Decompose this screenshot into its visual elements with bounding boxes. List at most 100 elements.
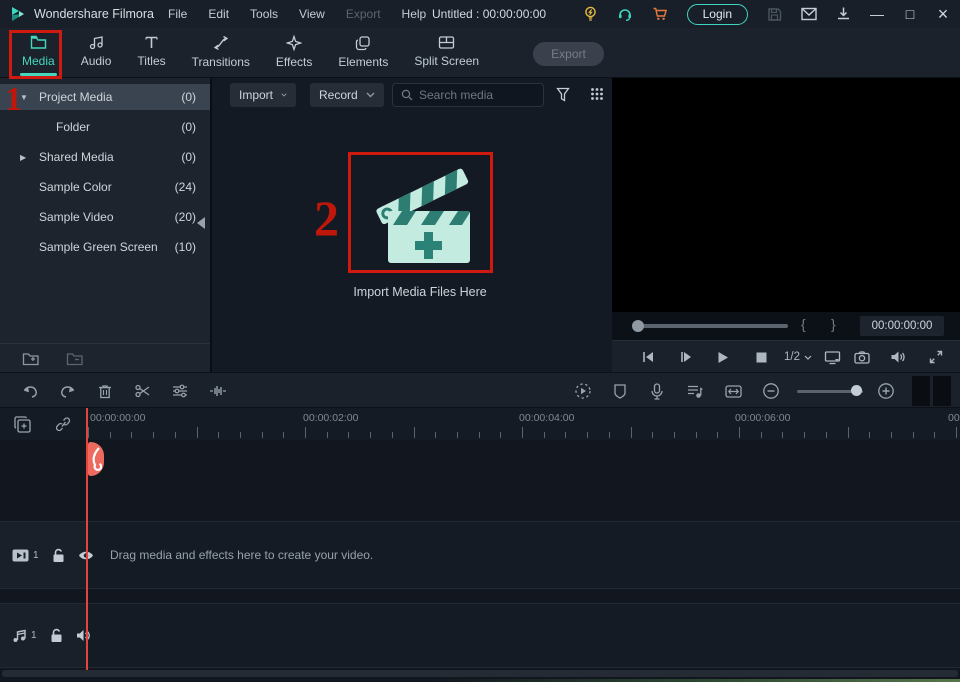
volume-speaker-icon[interactable]	[888, 341, 908, 373]
audio-track[interactable]: 1	[0, 603, 960, 668]
maximize-button[interactable]: □	[903, 6, 917, 22]
titles-text-icon	[144, 35, 159, 50]
menu-file[interactable]: File	[168, 7, 187, 21]
sidebar-item-sample-video[interactable]: Sample Video (20)	[0, 204, 210, 230]
export-button[interactable]: Export	[533, 42, 604, 66]
fullscreen-icon[interactable]	[926, 341, 946, 373]
previous-frame-button[interactable]	[639, 341, 657, 373]
sidebar-item-label: Folder	[56, 120, 90, 134]
ruler-time-label: 00:00:02:00	[303, 412, 358, 424]
next-frame-button[interactable]	[677, 341, 695, 373]
import-dropdown[interactable]: Import	[230, 83, 296, 107]
transitions-icon	[213, 35, 229, 51]
display-device-icon[interactable]	[822, 341, 842, 373]
record-label: Record	[319, 88, 358, 102]
snapshot-camera-icon[interactable]	[852, 341, 872, 373]
lock-icon[interactable]	[52, 548, 65, 563]
timeline-toolbar	[0, 372, 960, 408]
tab-audio[interactable]: Audio	[71, 31, 122, 74]
sidebar-item-count: (20)	[175, 210, 196, 224]
tab-split-screen[interactable]: Split Screen	[404, 31, 489, 74]
chevron-down-icon	[281, 92, 287, 98]
play-button[interactable]	[714, 341, 732, 373]
expander-right-icon[interactable]: ▶	[20, 153, 32, 162]
record-dropdown[interactable]: Record	[310, 83, 384, 107]
tab-elements[interactable]: Elements	[328, 31, 398, 75]
mute-speaker-icon[interactable]	[76, 629, 91, 642]
sidebar-item-folder[interactable]: Folder (0)	[0, 114, 210, 140]
login-button[interactable]: Login	[687, 4, 748, 25]
sidebar-item-sample-color[interactable]: Sample Color (24)	[0, 174, 210, 200]
menu-help[interactable]: Help	[402, 7, 427, 21]
video-track[interactable]: 1 Drag media and effects here to create …	[0, 521, 960, 589]
import-label: Import	[239, 88, 273, 102]
tab-effects[interactable]: Effects	[266, 31, 322, 75]
split-scissors-icon[interactable]	[135, 373, 151, 409]
audio-mixer-icon[interactable]	[687, 373, 703, 409]
video-track-number: 1	[33, 550, 39, 561]
playback-controls: 1/2	[612, 340, 960, 372]
annotation-step-2: 2	[314, 193, 339, 243]
mark-in-button[interactable]: {	[801, 316, 806, 332]
adjust-sliders-icon[interactable]	[172, 373, 188, 409]
close-button[interactable]: ×	[936, 4, 950, 25]
delete-folder-icon[interactable]	[66, 351, 84, 366]
add-folder-icon[interactable]	[22, 351, 40, 366]
menu-edit[interactable]: Edit	[208, 7, 229, 21]
record-voiceover-mic-icon[interactable]	[650, 373, 664, 409]
store-cart-icon[interactable]	[652, 6, 668, 22]
zoom-in-button[interactable]	[877, 373, 895, 409]
ruler-time-label: 00	[948, 412, 960, 424]
undo-button[interactable]	[22, 373, 39, 409]
sidebar-item-project-media[interactable]: ▼ Project Media (0)	[0, 84, 210, 110]
menu-tools[interactable]: Tools	[250, 7, 278, 21]
sidebar-item-sample-green-screen[interactable]: Sample Green Screen (10)	[0, 234, 210, 260]
playhead-handle[interactable]	[88, 442, 104, 476]
preview-panel: { } 00:00:00:00 1/2	[612, 78, 960, 372]
stop-button[interactable]	[752, 341, 770, 373]
minimize-button[interactable]: —	[870, 6, 884, 22]
ruler-time-label: 00:00:00:00	[90, 412, 145, 424]
timeline-panel: 00:00:00:0000:00:02:0000:00:04:0000:00:0…	[0, 408, 960, 682]
download-icon[interactable]	[836, 6, 851, 22]
menu-view[interactable]: View	[299, 7, 325, 21]
render-preview-icon[interactable]	[574, 373, 592, 409]
grid-view-icon[interactable]	[590, 87, 604, 101]
sidebar-item-label: Project Media	[39, 90, 112, 104]
filter-icon[interactable]	[556, 87, 570, 102]
elements-layers-icon	[355, 35, 371, 51]
fit-timeline-icon[interactable]	[725, 373, 742, 409]
sidebar-item-shared-media[interactable]: ▶ Shared Media (0)	[0, 144, 210, 170]
support-headset-icon[interactable]	[617, 6, 633, 22]
tips-bulb-icon[interactable]	[583, 6, 598, 22]
audio-track-header: 1	[0, 604, 88, 667]
search-box[interactable]	[392, 83, 544, 107]
chevron-down-icon	[804, 355, 812, 360]
timeline-ruler[interactable]: 00:00:00:0000:00:02:0000:00:04:0000:00:0…	[0, 408, 960, 440]
media-sidebar: ▼ Project Media (0) Folder (0) ▶ Shared …	[0, 78, 210, 372]
delete-trash-icon[interactable]	[98, 373, 112, 409]
preview-seek-bar[interactable]	[636, 324, 788, 328]
ruler-time-label: 00:00:06:00	[735, 412, 790, 424]
import-media-caption[interactable]: Import Media Files Here	[270, 285, 570, 299]
marker-shield-icon[interactable]	[613, 373, 627, 409]
tab-transitions[interactable]: Transitions	[182, 31, 260, 75]
tab-titles-label: Titles	[137, 54, 165, 68]
panel-collapse-icon[interactable]	[197, 217, 205, 229]
menu-export: Export	[346, 7, 381, 21]
audio-waveform-icon[interactable]	[209, 373, 227, 409]
tab-titles[interactable]: Titles	[127, 31, 175, 74]
video-track-icon	[12, 549, 29, 562]
horizontal-scrollbar[interactable]	[2, 670, 958, 677]
mark-out-button[interactable]: }	[831, 316, 836, 332]
zoom-out-button[interactable]	[762, 373, 780, 409]
ruler-ticks: 00:00:00:0000:00:02:0000:00:04:0000:00:0…	[0, 408, 960, 440]
redo-button[interactable]	[59, 373, 76, 409]
preview-seek-thumb[interactable]	[632, 320, 644, 332]
playback-quality-dropdown[interactable]: 1/2	[780, 341, 816, 373]
titlebar: Wondershare Filmora File Edit Tools View…	[0, 0, 960, 28]
feedback-mail-icon[interactable]	[801, 7, 817, 21]
timeline-zoom-thumb[interactable]	[851, 385, 862, 396]
search-input[interactable]	[419, 88, 519, 102]
lock-icon[interactable]	[50, 628, 63, 643]
